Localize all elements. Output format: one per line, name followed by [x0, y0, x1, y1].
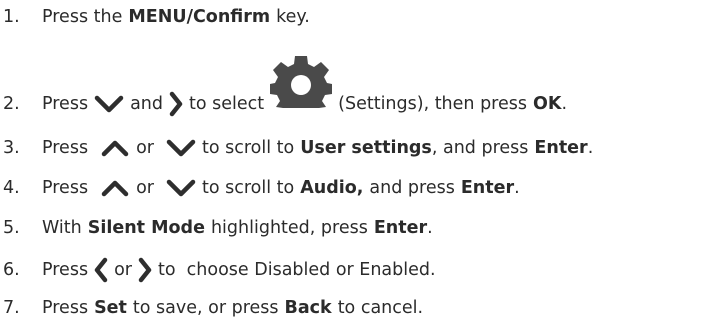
chevron-down-icon	[94, 93, 124, 115]
instruction-list: 1. Press the MENU/Confirm key. 2. Press …	[0, 0, 721, 326]
back-key: Back	[284, 298, 332, 318]
step-text: Press or to scroll to Audio, and press E…	[42, 177, 520, 199]
chevron-left-icon	[94, 257, 108, 283]
step-number: 7.	[3, 298, 20, 318]
step-number: 3.	[3, 138, 20, 158]
menu-confirm-key: MENU/Confirm	[128, 7, 271, 27]
enter-key: Enter	[534, 138, 588, 158]
step-text: Press and to select (Settings), then pre…	[42, 56, 567, 117]
step-text: With Silent Mode highlighted, press Ente…	[42, 218, 433, 238]
chevron-down-icon	[166, 137, 196, 159]
step-text: Press or to scroll to User settings, and…	[42, 137, 594, 159]
chevron-up-icon	[100, 177, 130, 199]
step-number: 6.	[3, 260, 20, 280]
step-text: Press or to choose Disabled or Enabled.	[42, 257, 436, 283]
chevron-up-icon	[100, 137, 130, 159]
user-settings-label: User settings	[300, 138, 432, 158]
step-number: 4.	[3, 178, 20, 198]
step-text: Press the MENU/Confirm key.	[42, 7, 310, 27]
step-number: 1.	[3, 7, 20, 27]
step-number: 2.	[3, 94, 20, 114]
set-key: Set	[94, 298, 127, 318]
chevron-right-icon	[138, 257, 152, 283]
ok-key: OK	[533, 94, 562, 114]
enter-key: Enter	[460, 178, 515, 198]
step-text: Press Set to save, or press Back to canc…	[42, 298, 424, 318]
audio-label: Audio,	[300, 178, 364, 198]
step-number: 5.	[3, 218, 20, 238]
gear-icon	[270, 55, 333, 109]
enter-key: Enter	[373, 218, 428, 238]
chevron-down-icon	[166, 177, 196, 199]
chevron-right-icon	[169, 91, 183, 117]
silent-mode-label: Silent Mode	[87, 218, 205, 238]
